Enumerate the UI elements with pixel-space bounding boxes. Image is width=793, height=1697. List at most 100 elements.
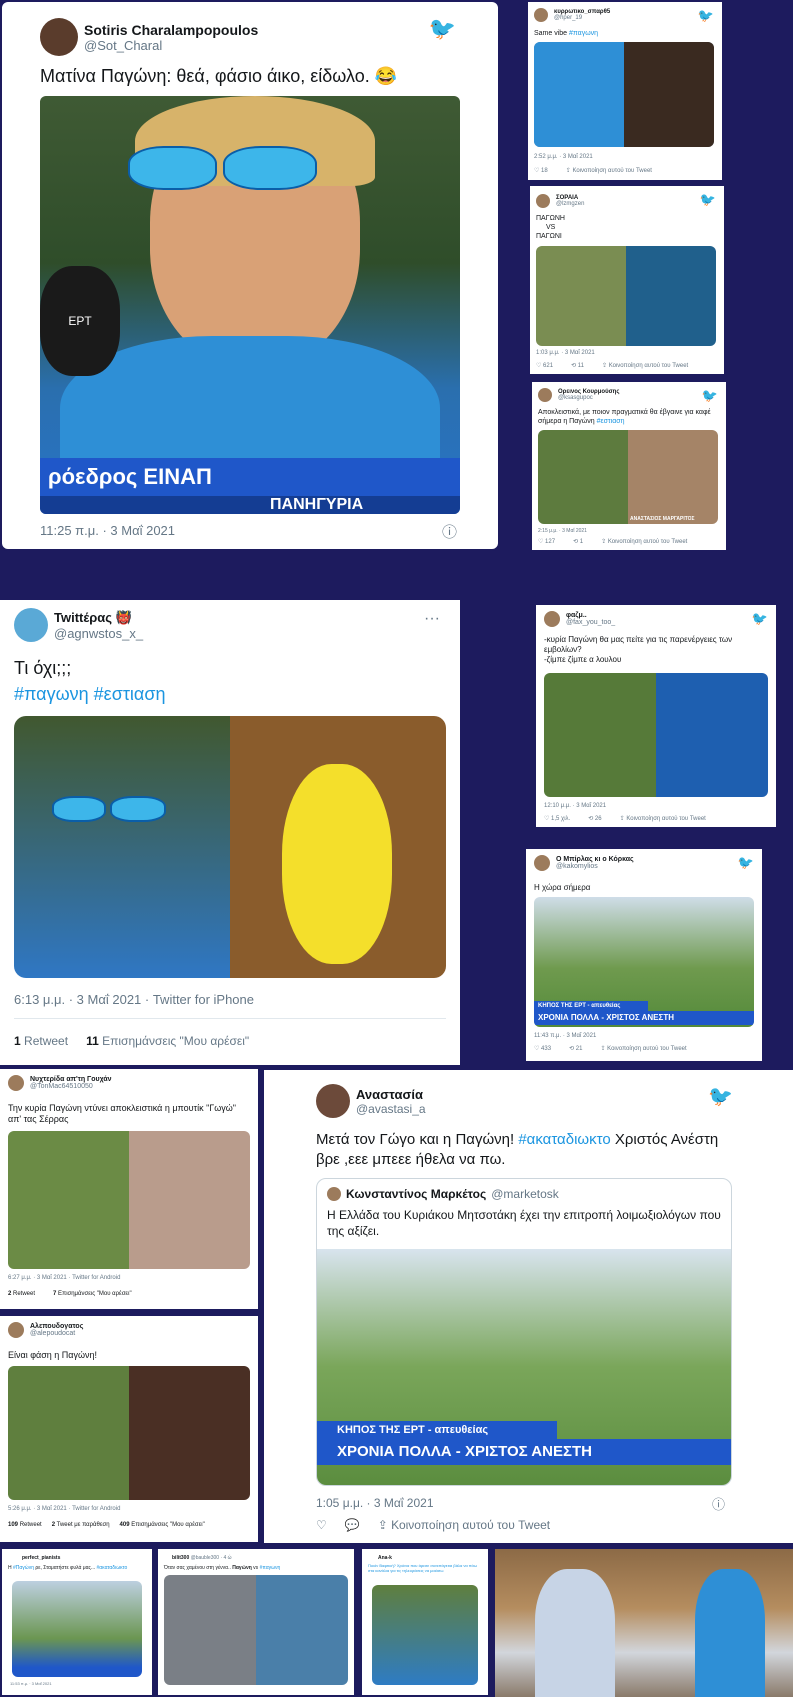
- author-handle[interactable]: @bauble300 · 4 ώ: [191, 1555, 232, 1561]
- like-stat[interactable]: 7 Επισημάνσεις "Μου αρέσει": [53, 1291, 132, 1297]
- avatar[interactable]: [534, 8, 548, 22]
- avatar[interactable]: [536, 194, 550, 208]
- hashtag[interactable]: #παγωνη: [569, 30, 598, 37]
- share-icon[interactable]: ⇪ Κοινοποίηση αυτού του Tweet: [566, 167, 652, 174]
- info-icon[interactable]: ⓘ: [442, 521, 457, 542]
- author-name[interactable]: φαζμ..: [566, 612, 615, 619]
- retweet-icon[interactable]: ⟲ 21: [569, 1045, 582, 1052]
- author-handle[interactable]: @lzmgzen: [556, 201, 584, 207]
- tweet-card-b2[interactable]: bilit300 @bauble300 · 4 ώ Όταν σας χαμέν…: [158, 1549, 354, 1695]
- author-name[interactable]: Sotiris Charalampopoulos: [84, 22, 258, 38]
- hashtag[interactable]: #εστιαση: [597, 418, 625, 425]
- like-icon[interactable]: ♡ 1,5 χιλ.: [544, 815, 570, 822]
- tweet-image[interactable]: ΕΡΤ ρόεδρος ΕΙΝΑΠ ΠΑΝΗΓΥΡΙΑ: [40, 96, 460, 514]
- tweet-image[interactable]: [8, 1131, 250, 1269]
- timestamp[interactable]: 12:10 μ.μ. · 3 Μαΐ 2021: [544, 803, 606, 809]
- avatar[interactable]: [538, 388, 552, 402]
- timestamp[interactable]: 11:25 π.μ. · 3 Μαΐ 2021: [40, 523, 175, 538]
- hashtag[interactable]: #Παγώνη: [13, 1565, 34, 1571]
- author-name[interactable]: Twittέρας 👹: [54, 610, 143, 626]
- hashtag-2[interactable]: #ακαταδιωκτο: [97, 1565, 128, 1571]
- author-handle[interactable]: @avastasi_a: [356, 1102, 426, 1116]
- timestamp[interactable]: 1:05 μ.μ. · 3 Μαΐ 2021: [316, 1496, 434, 1510]
- timestamp[interactable]: 6:27 μ.μ. · 3 Μαΐ 2021 · Twitter for And…: [8, 1275, 120, 1281]
- tweet-image[interactable]: [536, 246, 716, 346]
- tweet-card-2[interactable]: 🐦 κυρρωτικο_σπαρθ5 @hper_19 Same vibe #πα…: [528, 2, 722, 180]
- retweet-stat[interactable]: 1 Retweet: [14, 1034, 68, 1048]
- reply-icon[interactable]: 💬: [345, 1518, 360, 1532]
- more-icon[interactable]: ···: [424, 610, 440, 628]
- hashtag-2[interactable]: #εστιαση: [94, 684, 166, 704]
- avatar[interactable]: [8, 1075, 24, 1091]
- tweet-image[interactable]: [534, 42, 714, 147]
- share-icon[interactable]: ⇪ Κοινοποίηση αυτού του Tweet: [600, 1045, 686, 1052]
- tweet-card-6[interactable]: 🐦 φαζμ.. @fax_you_too_ -κυρία Παγώνη θα μ…: [536, 605, 776, 827]
- share-icon[interactable]: ⇪ Κοινοποίηση αυτού του Tweet: [601, 538, 687, 545]
- tweet-card-7[interactable]: 🐦 Ο Μπίρλας κι ο Κόρκας @kakomylios Η χώρ…: [526, 849, 762, 1061]
- hashtag[interactable]: #ακαταδιωκτο: [518, 1131, 610, 1148]
- photo-card-b4[interactable]: [495, 1549, 793, 1697]
- avatar[interactable]: [40, 18, 78, 56]
- retweet-stat[interactable]: 109 Retweet: [8, 1522, 42, 1528]
- tweet-image[interactable]: ΑΝΑΣΤΑΣΙΟΣ ΜΑΡΓΑΡΙΤΟΣ: [538, 430, 718, 524]
- avatar[interactable]: [544, 611, 560, 627]
- timestamp[interactable]: 2:52 μ.μ. · 3 Μαΐ 2021: [534, 154, 593, 160]
- author-name[interactable]: Αναστασία: [356, 1087, 426, 1102]
- tweet-card-4[interactable]: 🐦 Ορεινος Κουρμούσης @ksasgupoc Αποκλειστ…: [532, 382, 726, 550]
- share-icon[interactable]: ⇪ Κοινοποίηση αυτού του Tweet: [602, 362, 688, 369]
- avatar[interactable]: [14, 608, 48, 642]
- quoted-image[interactable]: ΚΗΠΟΣ ΤΗΣ ΕΡΤ - απευθείας ΧΡΟΝΙΑ ΠΟΛΛΑ -…: [317, 1249, 731, 1485]
- tweet-image[interactable]: [372, 1585, 478, 1685]
- timestamp[interactable]: 11:53 π.μ. · 3 Μαΐ 2021: [10, 1681, 52, 1686]
- author-name[interactable]: Αλεπουδογατος: [30, 1323, 83, 1330]
- avatar[interactable]: [8, 1322, 24, 1338]
- author-handle[interactable]: @Sot_Charal: [84, 38, 258, 53]
- timestamp[interactable]: 5:26 μ.μ. · 3 Μαΐ 2021 · Twitter for And…: [8, 1506, 120, 1512]
- timestamp[interactable]: 2:15 μ.μ. · 3 Μαΐ 2021: [538, 528, 587, 534]
- author-handle[interactable]: @alepoudocat: [30, 1330, 83, 1337]
- hashtag-1[interactable]: #παγωνη: [14, 684, 89, 704]
- author-handle[interactable]: @agnwstos_x_: [54, 626, 143, 641]
- tweet-image[interactable]: [164, 1575, 348, 1685]
- author-handle[interactable]: @ksasgupoc: [558, 395, 619, 401]
- like-icon[interactable]: ♡ 433: [534, 1045, 551, 1052]
- retweet-stat[interactable]: 2 Retweet: [8, 1291, 35, 1297]
- tweet-card-1[interactable]: 🐦 Sotiris Charalampopoulos @Sot_Charal Μ…: [0, 0, 500, 551]
- author-handle[interactable]: @fax_you_too_: [566, 619, 615, 626]
- author-name[interactable]: Ο Μπίρλας κι ο Κόρκας: [556, 856, 634, 863]
- tweet-image[interactable]: [14, 716, 446, 978]
- tweet-card-5[interactable]: ··· Twittέρας 👹 @agnwstos_x_ Τι όχι;;; #…: [0, 600, 460, 1065]
- timestamp[interactable]: 6:13 μ.μ. · 3 Μαΐ 2021 · Twitter for iPh…: [14, 992, 254, 1007]
- retweet-icon[interactable]: ⟲ 26: [588, 815, 601, 822]
- quoted-author-handle[interactable]: @marketosk: [491, 1187, 559, 1201]
- quoted-author-name[interactable]: Κωνσταντίνος Μαρκέτος: [346, 1187, 486, 1201]
- like-stat[interactable]: 409 Επισημάνσεις "Μου αρέσει": [120, 1522, 205, 1528]
- tweet-card-8[interactable]: Νυχτερίδα απ'τη Γουχάν @TonMac64510050 Τη…: [0, 1069, 258, 1309]
- author-handle[interactable]: @TonMac64510050: [30, 1083, 112, 1090]
- retweet-icon[interactable]: ⟲ 1: [573, 538, 583, 545]
- like-icon[interactable]: ♡: [316, 1518, 327, 1532]
- hashtag[interactable]: #παγωνη: [260, 1565, 281, 1571]
- tweet-card-3[interactable]: 🐦 ΣΟΡΑΙΑ @lzmgzen ΠΑΓΩΝΗ VS ΠΑΓΩΝΙ 1:03 μ…: [530, 186, 724, 374]
- quoted-tweet[interactable]: Κωνσταντίνος Μαρκέτος @marketosk Η Ελλάδ…: [316, 1178, 732, 1486]
- like-icon[interactable]: ♡ 621: [536, 362, 553, 369]
- tweet-image[interactable]: ΚΗΠΟΣ ΤΗΣ ΕΡΤ - απευθείας ΧΡΟΝΙΑ ΠΟΛΛΑ -…: [534, 897, 754, 1027]
- author-handle[interactable]: @hper_19: [554, 15, 610, 21]
- quote-stat[interactable]: 2 Tweet με παράθεση: [52, 1522, 110, 1528]
- like-stat[interactable]: 11 Επισημάνσεις "Μου αρέσει": [86, 1034, 249, 1048]
- share-icon[interactable]: ⇪ Κοινοποίηση αυτού του Tweet: [620, 815, 706, 822]
- tweet-image[interactable]: [12, 1581, 142, 1677]
- tweet-card-b3[interactable]: Ana-k Ποιόν Βαφτική? Χρόνια που άρεσε συ…: [362, 1549, 488, 1695]
- quoted-avatar[interactable]: [327, 1187, 341, 1201]
- tweet-card-10[interactable]: 🐦 Αναστασία @avastasi_a Μετά τον Γώγο κα…: [264, 1070, 793, 1543]
- author-name[interactable]: Ana-k: [378, 1555, 392, 1561]
- like-icon[interactable]: ♡ 18: [534, 167, 548, 174]
- tweet-card-9[interactable]: Αλεπουδογατος @alepoudocat Είναι φάση η Π…: [0, 1316, 258, 1542]
- author-name[interactable]: perfect_pianists: [22, 1555, 60, 1561]
- author-name[interactable]: bilit300: [172, 1555, 189, 1561]
- info-icon[interactable]: ⓘ: [712, 1494, 725, 1513]
- author-handle[interactable]: @kakomylios: [556, 863, 634, 870]
- timestamp[interactable]: 1:03 μ.μ. · 3 Μαΐ 2021: [536, 350, 595, 356]
- avatar[interactable]: [316, 1084, 350, 1118]
- avatar[interactable]: [534, 855, 550, 871]
